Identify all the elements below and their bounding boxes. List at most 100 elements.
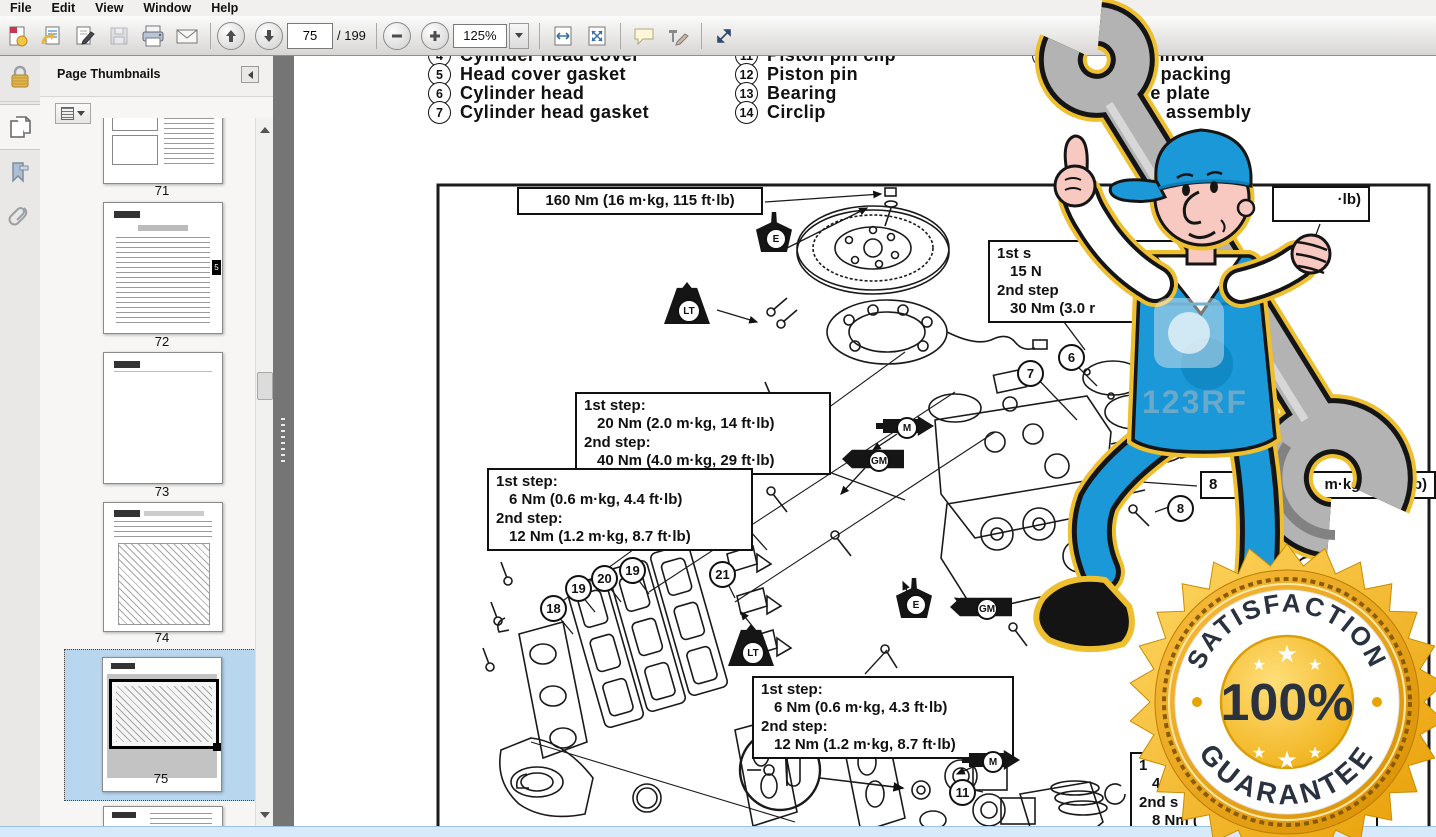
paperclip-icon: [8, 202, 32, 230]
torque-box-bottom: 1st step: 6 Nm (0.6 m·kg, 4.3 ft·lb) 2nd…: [752, 676, 1014, 759]
part-number: 7: [428, 101, 451, 124]
menu-window[interactable]: Window: [133, 1, 201, 15]
torque-line: 1st step:: [496, 473, 744, 491]
save-icon: [107, 24, 131, 48]
zoom-in-button[interactable]: [421, 22, 449, 50]
thumbnail-page-74[interactable]: [103, 502, 223, 632]
minus-icon: [391, 30, 403, 42]
menu-edit[interactable]: Edit: [42, 1, 86, 15]
previous-page-button[interactable]: [217, 22, 245, 50]
panel-collapse-button[interactable]: [241, 66, 259, 83]
export-pdf-button[interactable]: [36, 21, 66, 51]
page-view-box[interactable]: [109, 679, 219, 749]
comment-bubble-icon: [631, 24, 657, 48]
grease-symbol: M: [876, 416, 934, 436]
text-annotation-icon: [665, 24, 691, 48]
page-thumbnails-panel-button[interactable]: [0, 104, 40, 150]
torque-line: 6 Nm (0.6 m·kg, 4.4 ft·lb): [496, 491, 744, 509]
splitter-drag-handle[interactable]: [281, 418, 285, 466]
chevron-left-icon: [248, 71, 253, 79]
thumbnail-page-71[interactable]: [103, 118, 223, 184]
part-callout: 18: [540, 595, 567, 622]
pdf-viewer-window: File Edit View Window Help: [0, 0, 1436, 837]
toolbar-separator: [701, 23, 702, 49]
parts-list-row: 14 Circlip: [735, 101, 826, 124]
ear: [1238, 200, 1254, 216]
thumb-header: [114, 361, 140, 368]
sign-pencil-icon: [73, 24, 97, 48]
sealant-symbol: LT: [728, 624, 774, 666]
symbol-letter: LT: [741, 641, 765, 665]
fit-width-button[interactable]: [548, 21, 578, 51]
export-pdf-icon: [39, 24, 63, 48]
strip-divider: [0, 101, 40, 102]
fasteners: [765, 298, 797, 403]
save-button[interactable]: [104, 21, 134, 51]
toolbar-separator: [210, 23, 211, 49]
navigation-icon-strip: [0, 55, 41, 837]
grease-symbol: M: [962, 750, 1020, 770]
part-label: Cylinder head gasket: [460, 102, 649, 123]
triangle-up-icon: [260, 127, 270, 133]
cap-brim: [1110, 180, 1165, 202]
flywheel-drawing: [797, 188, 949, 294]
panel-splitter[interactable]: [273, 55, 294, 837]
zoom-dropdown-button[interactable]: [509, 23, 529, 49]
symbol-letter: E: [765, 228, 787, 250]
menu-view[interactable]: View: [85, 1, 133, 15]
scroll-up-button[interactable]: [256, 122, 273, 138]
part-callout: 11: [949, 779, 976, 806]
thumbnail-list: 71 5 72 73 74: [40, 118, 273, 837]
print-button[interactable]: [138, 21, 168, 51]
menu-file[interactable]: File: [0, 1, 42, 15]
star-icon: ★: [1276, 747, 1298, 774]
badge-dot: [1192, 697, 1202, 707]
chevron-down-icon: [77, 111, 85, 116]
bookmarks-panel-button[interactable]: [0, 150, 40, 194]
torque-box-flywheel: 160 Nm (16 m·kg, 115 ft·lb): [517, 187, 763, 215]
zoom-level-control: 125%: [453, 23, 529, 49]
bookmark-icon: [8, 159, 32, 185]
torque-line: 1st step:: [584, 397, 822, 415]
attachments-panel-button[interactable]: [0, 194, 40, 238]
sign-button[interactable]: [70, 21, 100, 51]
menu-help[interactable]: Help: [201, 1, 248, 15]
thumbnail-selection-75[interactable]: 75: [64, 649, 256, 801]
torque-line: 2nd step:: [761, 718, 1005, 736]
torque-box-left: 1st step: 6 Nm (0.6 m·kg, 4.4 ft·lb) 2nd…: [487, 468, 753, 551]
thumb-header: [112, 812, 136, 818]
zoom-level-value[interactable]: 125%: [453, 24, 507, 48]
thumbnail-page-72[interactable]: [103, 202, 223, 334]
thumb-diagram: [118, 543, 210, 625]
torque-line: 6 Nm (0.6 m·kg, 4.3 ft·lb): [761, 699, 1005, 717]
fullscreen-button[interactable]: [710, 21, 740, 51]
part-label: Circlip: [767, 102, 826, 123]
symbol-letter: LT: [677, 299, 701, 323]
symbol-letter: GM: [868, 450, 890, 472]
thumb-title: [138, 225, 188, 231]
scroll-down-button[interactable]: [256, 807, 273, 823]
scrollbar-thumb[interactable]: [257, 372, 273, 400]
page-number-input[interactable]: [287, 23, 333, 49]
thumb-figure: [112, 118, 158, 131]
triangle-down-icon: [260, 812, 270, 818]
comment-button[interactable]: [629, 21, 659, 51]
thumbnail-scrollbar[interactable]: [255, 118, 273, 827]
eye: [1182, 184, 1190, 196]
view-box-resize-handle[interactable]: [213, 743, 221, 751]
panel-title: Page Thumbnails: [57, 67, 161, 81]
fit-page-button[interactable]: [582, 21, 612, 51]
thumbnail-page-73[interactable]: [103, 352, 223, 484]
zoom-out-button[interactable]: [383, 22, 411, 50]
thumb-textlines: [114, 521, 212, 537]
create-pdf-button[interactable]: [2, 21, 32, 51]
thumb-header: [111, 663, 135, 669]
next-page-button[interactable]: [255, 22, 283, 50]
torque-line: 2nd step:: [584, 434, 822, 452]
email-button[interactable]: [172, 21, 202, 51]
text-annotation-button[interactable]: [663, 21, 693, 51]
security-panel-button[interactable]: [0, 55, 40, 99]
print-icon: [140, 24, 166, 48]
part-callout: 21: [709, 561, 736, 588]
torque-line: 1st step:: [761, 681, 1005, 699]
